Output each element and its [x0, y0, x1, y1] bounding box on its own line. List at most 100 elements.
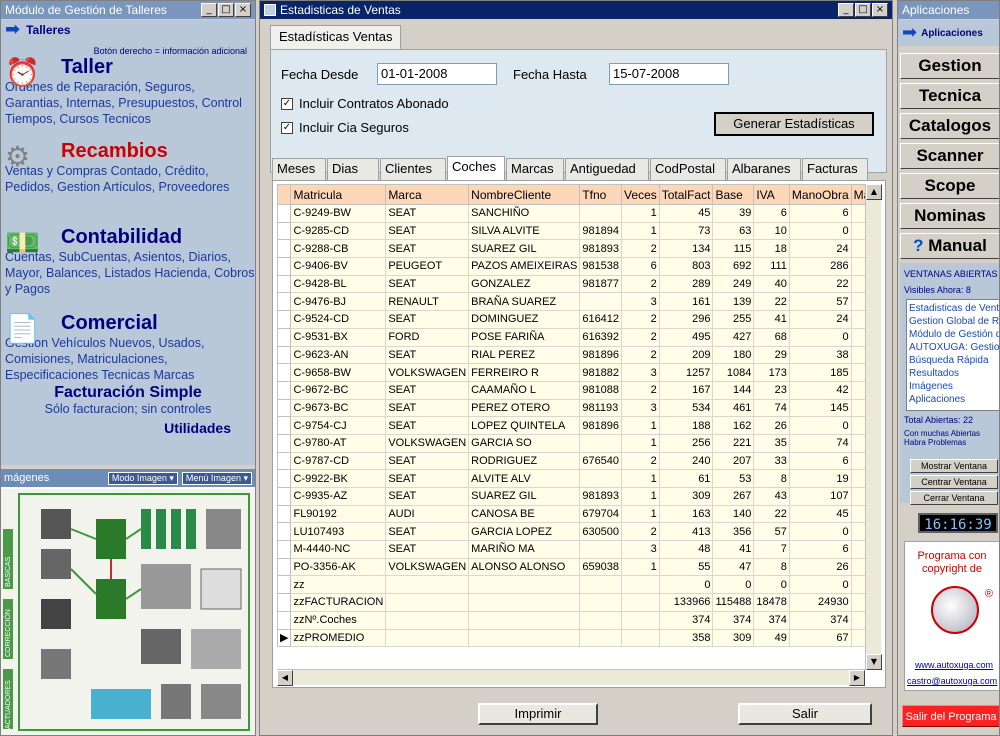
scroll-right-icon[interactable]: ▶ [849, 670, 865, 686]
table-cell[interactable]: 63 [850, 221, 865, 241]
table-cell[interactable]: 2 [621, 380, 660, 400]
table-cell[interactable]: 1 [621, 557, 660, 577]
table-cell[interactable]: PO-3356-AK [290, 557, 387, 577]
table-cell[interactable]: 1 [621, 504, 660, 524]
table-cell[interactable]: 10 [753, 221, 790, 241]
table-cell[interactable]: LU107493 [290, 522, 387, 542]
column-header[interactable]: Base [712, 184, 755, 205]
table-cell[interactable]: SUAREZ GIL [468, 239, 581, 259]
table-cell[interactable]: 22 [753, 292, 790, 312]
column-header[interactable]: Tfno [579, 184, 623, 205]
table-cell[interactable]: 1 [621, 204, 660, 223]
table-row[interactable]: C-9780-ATVOLKSWAGENGARCIA SO 125622135741… [277, 433, 865, 453]
tab-facturas[interactable]: Facturas [802, 158, 868, 180]
row-selector[interactable] [277, 504, 292, 524]
table-row[interactable]: C-9672-BCSEATCAAMAÑO L981088216714423421… [277, 380, 865, 400]
table-cell[interactable]: GONZALEZ [468, 274, 581, 294]
table-cell[interactable]: 180 [712, 345, 755, 365]
table-cell[interactable]: 111 [753, 257, 790, 276]
table-cell[interactable]: 53 [712, 469, 755, 488]
table-cell[interactable]: 49 [753, 628, 790, 648]
cia-seguros-checkbox[interactable]: ✓ Incluir Cia Seguros [281, 120, 409, 135]
table-cell[interactable]: 286 [788, 257, 852, 276]
table-cell[interactable]: 1257 [658, 363, 714, 382]
row-selector[interactable] [277, 522, 292, 542]
table-cell[interactable] [385, 610, 470, 630]
column-header[interactable]: IVA [753, 184, 790, 205]
row-selector[interactable] [277, 310, 292, 329]
table-cell[interactable]: 39 [712, 204, 755, 223]
table-cell[interactable]: 1 [621, 433, 660, 453]
table-cell[interactable]: 0 [788, 327, 852, 347]
table-cell[interactable]: 267 [712, 487, 755, 506]
table-cell[interactable]: 659038 [579, 557, 623, 577]
table-cell[interactable]: 23 [753, 380, 790, 400]
table-cell[interactable]: SEAT [385, 451, 470, 471]
scroll-down-icon[interactable]: ▼ [866, 654, 882, 670]
table-cell[interactable]: 6 [788, 204, 852, 223]
table-cell[interactable] [468, 628, 581, 648]
table-cell[interactable]: 201 [850, 522, 865, 542]
table-cell[interactable]: 272 [850, 327, 865, 347]
table-cell[interactable] [621, 575, 660, 595]
table-cell[interactable]: 43 [753, 487, 790, 506]
table-cell[interactable]: 188 [658, 416, 714, 435]
table-cell[interactable]: 1084 [712, 363, 755, 382]
table-cell[interactable]: 309 [712, 628, 755, 648]
table-cell[interactable]: 374 [788, 610, 852, 630]
table-cell[interactable]: 1 [621, 221, 660, 241]
table-cell[interactable]: 35 [850, 540, 865, 559]
table-cell[interactable]: 142 [850, 345, 865, 365]
table-cell[interactable]: 55 [658, 557, 714, 577]
table-cell[interactable]: 3 [621, 292, 660, 312]
table-cell[interactable]: 0 [788, 522, 852, 542]
table-cell[interactable]: LOPEZ QUINTELA [468, 416, 581, 435]
table-cell[interactable]: C-9935-AZ [290, 487, 387, 506]
table-cell[interactable]: C-9288-CB [290, 239, 387, 259]
row-selector[interactable] [277, 221, 292, 241]
table-cell[interactable]: 692 [712, 257, 755, 276]
row-selector[interactable] [277, 416, 292, 435]
list-item[interactable]: Gestion Global de Recambios [909, 315, 999, 328]
table-cell[interactable]: C-9673-BC [290, 398, 387, 418]
list-item[interactable]: Imágenes [909, 380, 998, 393]
list-item[interactable]: Resultados [909, 367, 998, 380]
table-cell[interactable]: DOMINGUEZ [468, 310, 581, 329]
table-cell[interactable]: 133966 [658, 593, 714, 612]
utilidades-link[interactable]: Utilidades [1, 420, 255, 436]
table-cell[interactable]: 67 [788, 628, 852, 648]
table-cell[interactable]: AUDI [385, 504, 470, 524]
list-item[interactable]: Módulo de Gestión de Talleres [909, 328, 999, 341]
table-cell[interactable]: 57 [788, 292, 852, 312]
table-cell[interactable]: 35 [753, 433, 790, 453]
row-selector[interactable] [277, 610, 292, 630]
table-cell[interactable]: 24 [788, 239, 852, 259]
table-cell[interactable]: 374 [753, 610, 790, 630]
tab-estadisticas-ventas[interactable]: Estadísticas Ventas [270, 25, 402, 49]
coches-grid[interactable]: Matricula Marca NombreCliente Tfno Veces Tota… [277, 184, 865, 670]
table-cell[interactable]: ALVITE ALV [468, 469, 581, 488]
list-item[interactable]: Estadisticas de Ventas [909, 302, 999, 315]
menu-imagen-dropdown[interactable]: Menú Imagen ▾ [181, 471, 252, 485]
table-cell[interactable]: C-9524-CD [290, 310, 387, 329]
table-cell[interactable]: 3 [621, 398, 660, 418]
table-cell[interactable]: 34 [850, 469, 865, 488]
table-cell[interactable]: SEAT [385, 469, 470, 488]
table-cell[interactable]: 255 [712, 310, 755, 329]
table-cell[interactable]: 981193 [579, 398, 623, 418]
table-cell[interactable]: 2 [621, 522, 660, 542]
cerrar-ventana-button[interactable]: Cerrar Ventana [910, 491, 998, 505]
table-row[interactable]: M-4440-NCSEATMARIÑO MA348417635TOLEDO [277, 540, 865, 559]
table-cell[interactable]: 209 [658, 345, 714, 365]
table-cell[interactable]: ALONSO ALONSO [468, 557, 581, 577]
table-cell[interactable]: 981894 [579, 221, 623, 241]
minimize-icon[interactable]: _ [201, 3, 217, 17]
close-icon[interactable]: × [235, 3, 251, 17]
table-cell[interactable]: SEAT [385, 487, 470, 506]
table-row[interactable]: FL90192AUDICANOSA BE6797041163140224596A… [277, 504, 865, 524]
table-cell[interactable]: C-9531-BX [290, 327, 387, 347]
row-selector[interactable] [277, 593, 292, 612]
table-cell[interactable] [579, 610, 623, 630]
table-cell[interactable]: 167 [658, 380, 714, 400]
row-selector[interactable] [277, 487, 292, 506]
